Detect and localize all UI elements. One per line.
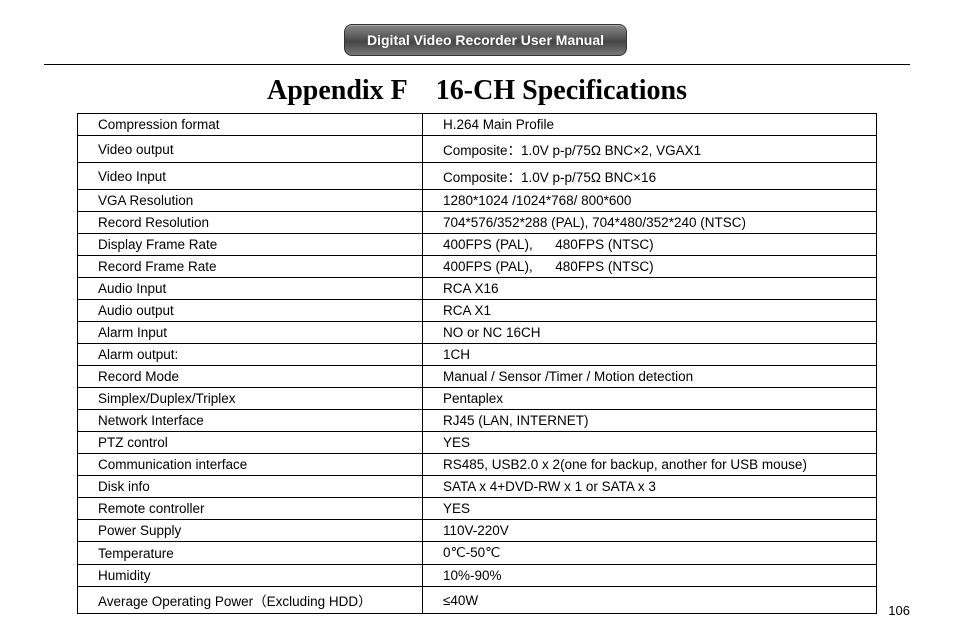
spec-key: Simplex/Duplex/Triplex: [78, 388, 423, 410]
spec-value: H.264 Main Profile: [423, 114, 877, 136]
table-row: Alarm output:1CH: [78, 344, 877, 366]
spec-key: Average Operating Power（Excluding HDD）: [78, 587, 423, 614]
spec-value: 10%-90%: [423, 565, 877, 587]
table-row: VGA Resolution1280*1024 /1024*768/ 800*6…: [78, 190, 877, 212]
table-row: Record Resolution704*576/352*288 (PAL), …: [78, 212, 877, 234]
spec-key: Network Interface: [78, 410, 423, 432]
spec-key: Compression format: [78, 114, 423, 136]
spec-key: PTZ control: [78, 432, 423, 454]
table-row: Humidity10%-90%: [78, 565, 877, 587]
title-right: 16-CH Specifications: [436, 75, 687, 106]
table-row: Alarm InputNO or NC 16CH: [78, 322, 877, 344]
spec-key: Video Input: [78, 163, 423, 190]
table-row: Audio InputRCA X16: [78, 278, 877, 300]
spec-value: Composite：1.0V p-p/75Ω BNC×2, VGAX1: [423, 136, 877, 163]
specifications-table: Compression formatH.264 Main ProfileVide…: [77, 113, 877, 614]
spec-key: Alarm output:: [78, 344, 423, 366]
spec-value: RJ45 (LAN, INTERNET): [423, 410, 877, 432]
table-row: Record Frame Rate400FPS (PAL), 480FPS (N…: [78, 256, 877, 278]
spec-value: ≤40W: [423, 587, 877, 614]
spec-key: Remote controller: [78, 498, 423, 520]
spec-value: 400FPS (PAL), 480FPS (NTSC): [423, 256, 877, 278]
header-divider: [44, 64, 910, 65]
spec-value: 1CH: [423, 344, 877, 366]
table-row: Temperature0℃-50℃: [78, 542, 877, 565]
table-row: Audio outputRCA X1: [78, 300, 877, 322]
title-left: Appendix F: [267, 75, 408, 106]
table-row: Record ModeManual / Sensor /Timer / Moti…: [78, 366, 877, 388]
spec-value: YES: [423, 432, 877, 454]
table-row: Power Supply110V-220V: [78, 520, 877, 542]
spec-value: Manual / Sensor /Timer / Motion detectio…: [423, 366, 877, 388]
table-row: Communication interfaceRS485, USB2.0 x 2…: [78, 454, 877, 476]
table-row: Video outputComposite：1.0V p-p/75Ω BNC×2…: [78, 136, 877, 163]
table-row: Network InterfaceRJ45 (LAN, INTERNET): [78, 410, 877, 432]
spec-key: Temperature: [78, 542, 423, 565]
table-row: Remote controllerYES: [78, 498, 877, 520]
table-row: Compression formatH.264 Main Profile: [78, 114, 877, 136]
spec-key: Audio output: [78, 300, 423, 322]
spec-value: NO or NC 16CH: [423, 322, 877, 344]
spec-value: RCA X16: [423, 278, 877, 300]
page-number: 106: [888, 603, 910, 618]
spec-key: Power Supply: [78, 520, 423, 542]
spec-key: Audio Input: [78, 278, 423, 300]
spec-value: 0℃-50℃: [423, 542, 877, 565]
table-row: Disk infoSATA x 4+DVD-RW x 1 or SATA x 3: [78, 476, 877, 498]
table-row: Video InputComposite：1.0V p-p/75Ω BNC×16: [78, 163, 877, 190]
spec-value: 110V-220V: [423, 520, 877, 542]
spec-value: Pentaplex: [423, 388, 877, 410]
spec-value: 704*576/352*288 (PAL), 704*480/352*240 (…: [423, 212, 877, 234]
spec-value: YES: [423, 498, 877, 520]
spec-key: Humidity: [78, 565, 423, 587]
spec-value: SATA x 4+DVD-RW x 1 or SATA x 3: [423, 476, 877, 498]
spec-key: Alarm Input: [78, 322, 423, 344]
spec-key: VGA Resolution: [78, 190, 423, 212]
table-row: Average Operating Power（Excluding HDD）≤4…: [78, 587, 877, 614]
spec-value: RS485, USB2.0 x 2(one for backup, anothe…: [423, 454, 877, 476]
spec-value: 1280*1024 /1024*768/ 800*600: [423, 190, 877, 212]
spec-key: Video output: [78, 136, 423, 163]
spec-value: 400FPS (PAL), 480FPS (NTSC): [423, 234, 877, 256]
table-row: Simplex/Duplex/TriplexPentaplex: [78, 388, 877, 410]
header-badge: Digital Video Recorder User Manual: [344, 24, 627, 56]
appendix-title: Appendix F 16-CH Specifications: [44, 75, 910, 107]
spec-key: Record Frame Rate: [78, 256, 423, 278]
table-row: Display Frame Rate400FPS (PAL), 480FPS (…: [78, 234, 877, 256]
spec-value: Composite：1.0V p-p/75Ω BNC×16: [423, 163, 877, 190]
table-row: PTZ controlYES: [78, 432, 877, 454]
spec-key: Display Frame Rate: [78, 234, 423, 256]
spec-key: Record Resolution: [78, 212, 423, 234]
spec-value: RCA X1: [423, 300, 877, 322]
spec-key: Disk info: [78, 476, 423, 498]
spec-key: Communication interface: [78, 454, 423, 476]
spec-key: Record Mode: [78, 366, 423, 388]
